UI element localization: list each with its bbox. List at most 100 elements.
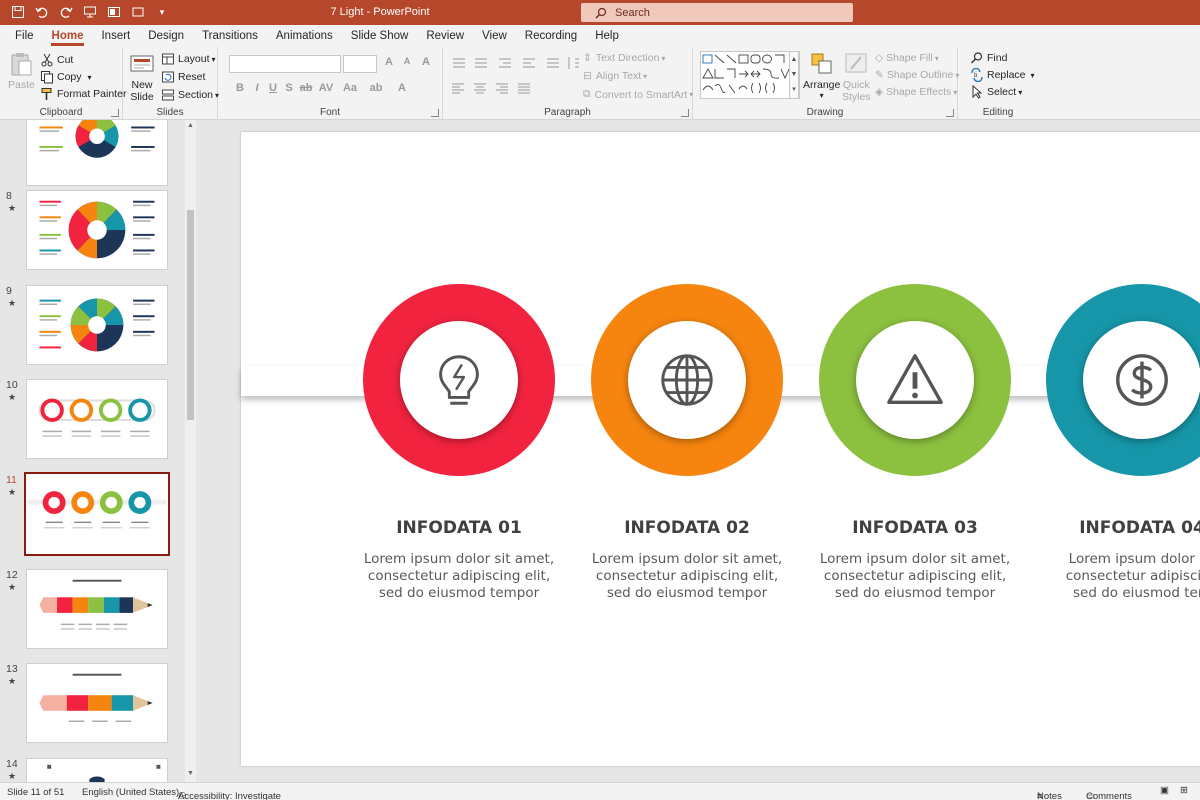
- character-spacing-icon[interactable]: AV: [318, 82, 334, 94]
- infodata-title-4[interactable]: INFODATA 04: [1027, 518, 1200, 538]
- reset-button[interactable]: Reset: [161, 70, 205, 84]
- align-text-button[interactable]: ⊟ Align Text ▾: [583, 70, 647, 82]
- slide-thumbnail-image[interactable]: [26, 285, 168, 365]
- slide-thumbnail-image[interactable]: [26, 120, 168, 186]
- infodata-ring-2[interactable]: [591, 284, 783, 476]
- customize-qat-icon[interactable]: ▾: [152, 3, 172, 21]
- paste-button[interactable]: Paste: [8, 51, 35, 91]
- tab-view[interactable]: View: [473, 25, 516, 47]
- chevron-down-icon: ▾: [1018, 87, 1023, 97]
- section-button[interactable]: Section ▾: [161, 88, 219, 102]
- shape-effects-button[interactable]: ◈ Shape Effects ▾: [875, 86, 957, 98]
- animation-star-icon: ★: [8, 771, 17, 781]
- select-button[interactable]: Select ▾: [970, 85, 1022, 99]
- language-indicator[interactable]: English (United States): [82, 787, 179, 798]
- scroll-down-icon[interactable]: ▼: [185, 770, 196, 777]
- text-direction-button[interactable]: ⇕ Text Direction ▾: [583, 52, 665, 64]
- change-case-icon[interactable]: Aa: [342, 82, 358, 94]
- infodata-ring-4[interactable]: [1046, 284, 1200, 476]
- cut-button[interactable]: Cut: [40, 53, 73, 67]
- infodata-body-2[interactable]: Lorem ipsum dolor sit amet, consectetur …: [572, 551, 802, 602]
- search-input[interactable]: Search: [581, 3, 853, 22]
- strikethrough-icon[interactable]: ab: [298, 82, 314, 94]
- infodata-title-1[interactable]: INFODATA 01: [344, 518, 574, 538]
- convert-smartart-button[interactable]: ⧉ Convert to SmartArt ▾: [583, 88, 693, 101]
- paragraph-launcher-icon[interactable]: [681, 109, 689, 117]
- shadow-icon[interactable]: S: [281, 82, 297, 94]
- bold-icon[interactable]: B: [232, 82, 248, 94]
- tab-transitions[interactable]: Transitions: [193, 25, 267, 47]
- slide-thumbnail-image[interactable]: [26, 663, 168, 743]
- infodata-title-2[interactable]: INFODATA 02: [572, 518, 802, 538]
- quick-access-toolbar: ▾: [8, 3, 172, 21]
- chevron-down-icon: ▾: [87, 72, 92, 82]
- slide-canvas[interactable]: INFODATA 01 Lorem ipsum dolor sit amet, …: [241, 132, 1200, 766]
- shape-outline-button[interactable]: ✎ Shape Outline ▾: [875, 69, 959, 81]
- infodata-body-4[interactable]: Lorem ipsum dolor sit consectetur adipis…: [1027, 551, 1200, 602]
- clipboard-launcher-icon[interactable]: [111, 109, 119, 117]
- font-group: A A A B I U S ab AV Aa ab A Font: [218, 47, 443, 120]
- underline-icon[interactable]: U: [265, 82, 281, 94]
- clear-formatting-icon[interactable]: A: [418, 56, 434, 68]
- alignment-buttons-icon[interactable]: [451, 81, 551, 97]
- font-size-combo[interactable]: [343, 55, 377, 73]
- layout-button[interactable]: Layout ▾: [161, 52, 216, 66]
- highlight-icon[interactable]: ab: [368, 82, 384, 94]
- start-from-beginning-icon[interactable]: [104, 3, 124, 21]
- text-direction-icon: ⇕: [583, 52, 592, 64]
- new-slide-button[interactable]: New Slide: [129, 51, 155, 103]
- quick-styles-button[interactable]: Quick Styles: [842, 51, 871, 103]
- present-icon[interactable]: [80, 3, 100, 21]
- slide-sorter-icon[interactable]: ⊞: [1180, 785, 1188, 796]
- infodata-ring-3[interactable]: [819, 284, 1011, 476]
- infodata-ring-1[interactable]: [363, 284, 555, 476]
- slide-thumbnail-image[interactable]: [26, 569, 168, 649]
- tab-animations[interactable]: Animations: [267, 25, 342, 47]
- arrange-button[interactable]: Arrange ▾: [803, 51, 840, 100]
- undo-icon[interactable]: [32, 3, 52, 21]
- tab-help[interactable]: Help: [586, 25, 628, 47]
- slide-thumbnail-image[interactable]: [26, 190, 168, 270]
- italic-icon[interactable]: I: [249, 82, 265, 94]
- tab-review[interactable]: Review: [417, 25, 473, 47]
- slide-counter: Slide 11 of 51: [7, 787, 65, 798]
- font-launcher-icon[interactable]: [431, 109, 439, 117]
- thumbnail-scrollbar[interactable]: ▲ ▼: [185, 120, 196, 782]
- shapes-gallery[interactable]: [700, 51, 800, 99]
- increase-font-icon[interactable]: A: [381, 56, 397, 68]
- tab-file[interactable]: File: [6, 25, 43, 47]
- copy-button[interactable]: Copy ▾: [40, 70, 92, 84]
- font-color-icon[interactable]: A: [394, 82, 410, 94]
- tab-design[interactable]: Design: [139, 25, 193, 47]
- infodata-body-1[interactable]: Lorem ipsum dolor sit amet, consectetur …: [344, 551, 574, 602]
- lightbulb-icon: [439, 355, 479, 405]
- tab-recording[interactable]: Recording: [516, 25, 586, 47]
- shapes-gallery-scroll[interactable]: ▲ ▼ ▾: [789, 51, 799, 99]
- globe-icon: [661, 354, 713, 406]
- animation-star-icon: ★: [8, 582, 17, 592]
- normal-view-icon[interactable]: ▣: [1160, 785, 1169, 796]
- slides-group-label: Slides: [156, 107, 184, 118]
- infodata-body-3[interactable]: Lorem ipsum dolor sit amet, consectetur …: [800, 551, 1030, 602]
- font-family-combo[interactable]: [229, 55, 341, 73]
- shape-icon[interactable]: [128, 3, 148, 21]
- infodata-title-3[interactable]: INFODATA 03: [800, 518, 1030, 538]
- slide-thumbnail-image[interactable]: [24, 472, 170, 556]
- save-icon[interactable]: [8, 3, 28, 21]
- shape-fill-button[interactable]: ◇ Shape Fill ▾: [875, 52, 939, 64]
- scroll-up-icon[interactable]: ▲: [185, 122, 196, 129]
- replace-button[interactable]: b Replace ▾: [970, 68, 1035, 82]
- decrease-font-icon[interactable]: A: [399, 56, 415, 66]
- scrollbar-thumb[interactable]: [187, 210, 194, 420]
- list-buttons-icon[interactable]: [451, 55, 581, 71]
- find-button[interactable]: Find: [970, 51, 1007, 65]
- tab-insert[interactable]: Insert: [92, 25, 139, 47]
- drawing-launcher-icon[interactable]: [946, 109, 954, 117]
- redo-icon[interactable]: [56, 3, 76, 21]
- format-painter-button[interactable]: Format Painter: [40, 87, 126, 101]
- reset-icon: [162, 71, 174, 83]
- slide-thumbnail-image[interactable]: [26, 758, 168, 782]
- slide-thumbnail-image[interactable]: [26, 379, 168, 459]
- tab-slide-show[interactable]: Slide Show: [342, 25, 418, 47]
- tab-home[interactable]: Home: [43, 25, 93, 47]
